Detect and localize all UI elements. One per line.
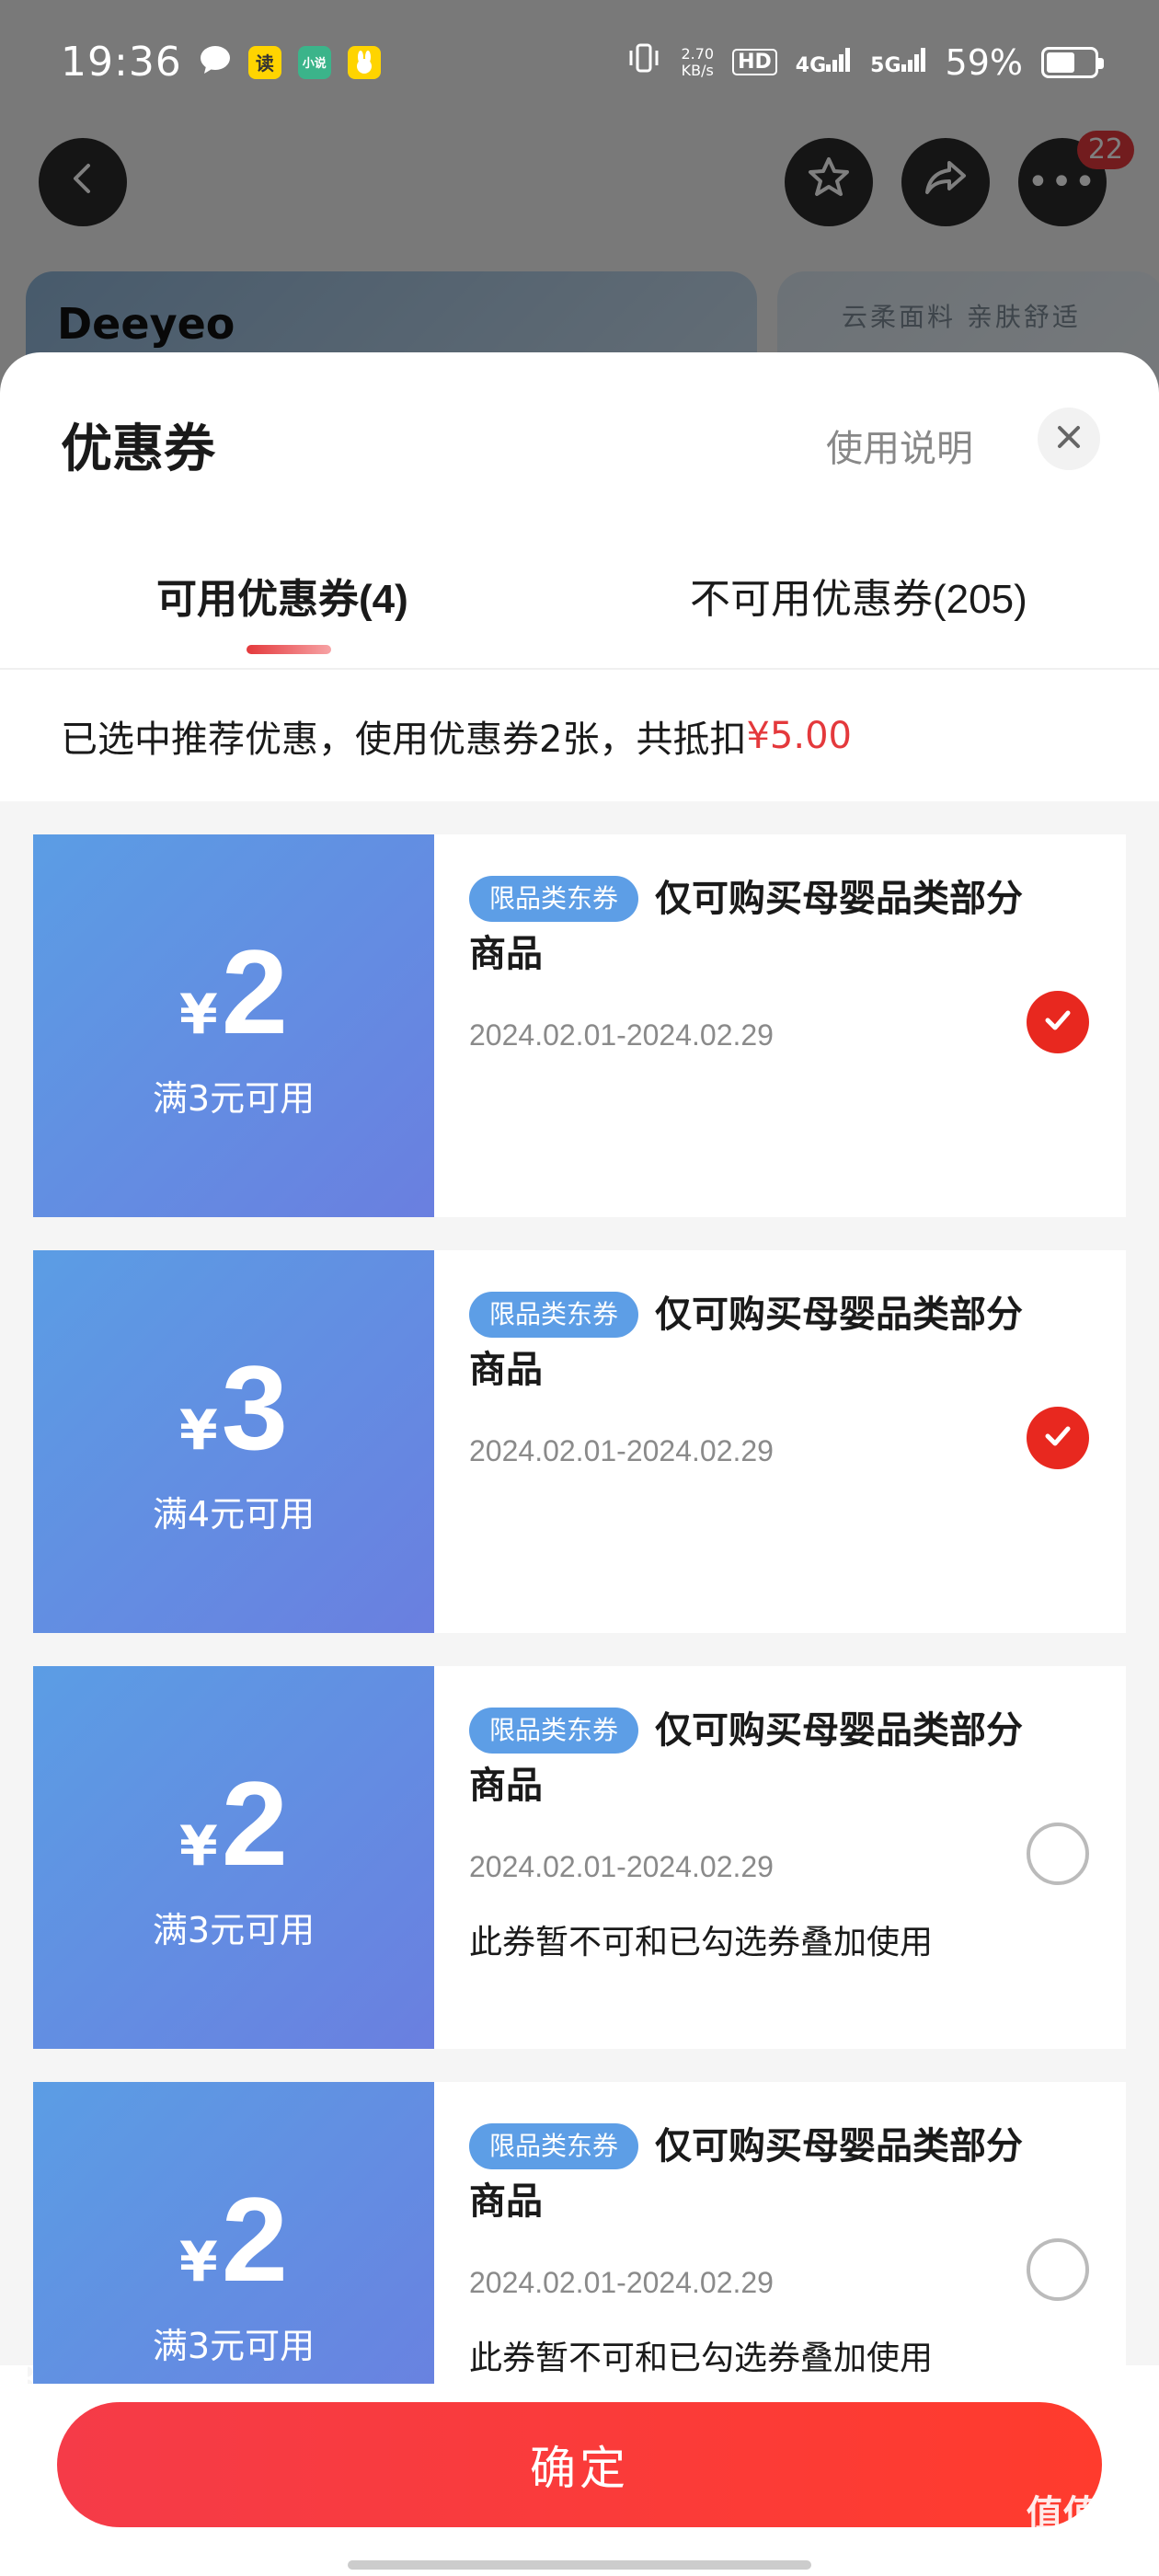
coupon-details: 限品类东券 仅可购买母婴品类部分商品 2024.02.01-2024.02.29 xyxy=(434,834,1126,1217)
status-bar: 19:36 读 小说 2.70 KB/s HD 4G 5G 59% xyxy=(0,0,1159,124)
hd-icon: HD xyxy=(732,49,777,75)
coupon-tabs: 可用优惠券(4) 不可用优惠券(205) xyxy=(0,518,1159,670)
close-icon xyxy=(1055,418,1083,460)
coupon-checkbox[interactable] xyxy=(1027,2238,1089,2301)
coupon-value-panel: ¥ 2 满3元可用 xyxy=(28,834,434,1217)
coupon-date: 2024.02.01-2024.02.29 xyxy=(469,1434,774,1467)
coupon-note: 此券暂不可和已勾选券叠加使用 xyxy=(469,2340,934,2377)
summary-amount: ¥5.00 xyxy=(746,714,852,757)
coupon-value-panel: ¥ 2 满3元可用 xyxy=(28,1666,434,2049)
coupon-amount: 2 xyxy=(221,2171,289,2306)
coupon-title: 限品类东券 仅可购买母婴品类部分商品 xyxy=(469,2123,1024,2223)
coupon-list[interactable]: ¥ 2 满3元可用 限品类东券 仅可购买母婴品类部分商品 2024.02.01-2… xyxy=(0,801,1159,2465)
home-indicator[interactable] xyxy=(348,2560,811,2570)
coupon-currency: ¥ xyxy=(178,1813,218,1879)
selection-summary: 已选中推荐优惠，使用优惠券2张，共抵扣 ¥5.00 xyxy=(0,670,1159,801)
chat-icon xyxy=(199,39,232,86)
coupon-details: 限品类东券 仅可购买母婴品类部分商品 2024.02.01-2024.02.29 xyxy=(434,1250,1126,1633)
coupon-card[interactable]: ¥ 2 满3元可用 限品类东券 仅可购买母婴品类部分商品 2024.02.01-2… xyxy=(28,1666,1126,2049)
coupon-condition: 满3元可用 xyxy=(152,1077,316,1119)
coupon-sheet: 优惠券 使用说明 可用优惠券(4) 不可用优惠券(205) 已选中推荐优惠，使用… xyxy=(0,352,1159,2576)
coupon-tag: 限品类东券 xyxy=(469,2123,639,2169)
signal-4g-icon: 4G xyxy=(796,47,852,77)
status-time: 19:36 xyxy=(61,39,182,86)
coupon-card[interactable]: ¥ 2 满3元可用 限品类东券 仅可购买母婴品类部分商品 2024.02.01-2… xyxy=(28,834,1126,1217)
tab-available-coupons[interactable]: 可用优惠券(4) xyxy=(156,566,408,625)
coupon-condition: 满3元可用 xyxy=(152,1909,316,1950)
summary-text: 已选中推荐优惠，使用优惠券2张，共抵扣 xyxy=(61,718,747,761)
usage-instructions-link[interactable]: 使用说明 xyxy=(826,419,973,472)
coupon-currency: ¥ xyxy=(178,2229,218,2294)
watermark: 值值值 zhizhizhi.com xyxy=(1019,2493,1144,2556)
coupon-amount: 3 xyxy=(221,1340,289,1475)
checkmark-icon xyxy=(1039,1002,1076,1042)
coupon-date: 2024.02.01-2024.02.29 xyxy=(469,2266,774,2299)
coupon-title: 限品类东券 仅可购买母婴品类部分商品 xyxy=(469,876,1024,975)
coupon-tag: 限品类东券 xyxy=(469,1292,639,1338)
net-speed: 2.70 KB/s xyxy=(681,44,715,79)
coupon-condition: 满3元可用 xyxy=(152,2325,316,2366)
tab-unavailable-coupons[interactable]: 不可用优惠券(205) xyxy=(690,566,1027,625)
confirm-button[interactable]: 确定 xyxy=(57,2402,1102,2527)
coupon-card[interactable]: ¥ 3 满4元可用 限品类东券 仅可购买母婴品类部分商品 2024.02.01-2… xyxy=(28,1250,1126,1633)
coupon-amount: 2 xyxy=(221,1755,289,1891)
coupon-currency: ¥ xyxy=(178,982,218,1047)
novel-app-icon: 小说 xyxy=(297,45,331,79)
coupon-date: 2024.02.01-2024.02.29 xyxy=(469,1018,774,1052)
vibrate-icon xyxy=(625,41,662,83)
active-tab-indicator xyxy=(247,645,331,654)
coupon-title: 限品类东券 仅可购买母婴品类部分商品 xyxy=(469,1292,1024,1391)
sheet-header: 优惠券 使用说明 xyxy=(0,352,1159,518)
coupon-title: 限品类东券 仅可购买母婴品类部分商品 xyxy=(469,1708,1024,1807)
sheet-title: 优惠券 xyxy=(61,420,215,479)
coupon-date: 2024.02.01-2024.02.29 xyxy=(469,1850,774,1883)
bunny-app-icon xyxy=(347,45,381,79)
bottom-action-bar: 确定 xyxy=(0,2384,1159,2576)
signal-5g-icon: 5G xyxy=(870,47,926,77)
coupon-tag: 限品类东券 xyxy=(469,876,639,922)
coupon-checkbox[interactable] xyxy=(1027,1407,1089,1469)
close-button[interactable] xyxy=(1038,408,1100,470)
coupon-note: 此券暂不可和已勾选券叠加使用 xyxy=(469,1924,934,1961)
coupon-details: 限品类东券 仅可购买母婴品类部分商品 2024.02.01-2024.02.29 … xyxy=(434,1666,1126,2049)
coupon-condition: 满4元可用 xyxy=(152,1493,316,1535)
reader-app-icon: 读 xyxy=(247,45,281,79)
coupon-currency: ¥ xyxy=(178,1397,218,1463)
coupon-value-panel: ¥ 3 满4元可用 xyxy=(28,1250,434,1633)
battery-icon xyxy=(1041,46,1104,78)
checkmark-icon xyxy=(1039,1418,1076,1458)
coupon-checkbox[interactable] xyxy=(1027,991,1089,1053)
battery-percent: 59% xyxy=(945,41,1023,83)
coupon-amount: 2 xyxy=(221,924,289,1059)
coupon-checkbox[interactable] xyxy=(1027,1823,1089,1885)
coupon-tag: 限品类东券 xyxy=(469,1708,639,1754)
